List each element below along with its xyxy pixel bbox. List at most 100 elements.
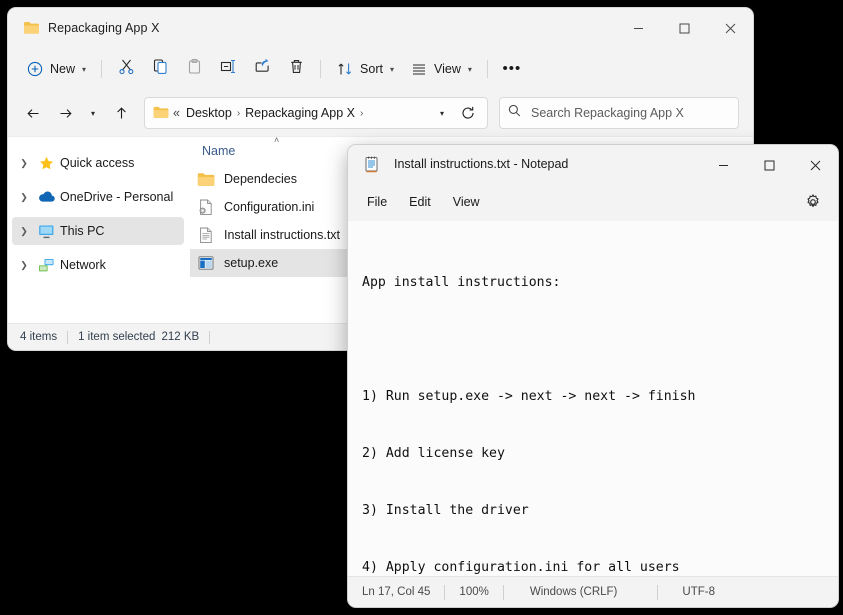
address-bar-actions: ▾ <box>431 98 483 128</box>
notepad-title-bar: Install instructions.txt - Notepad <box>348 145 838 183</box>
sort-arrows-icon <box>336 60 354 78</box>
search-input[interactable] <box>529 105 730 121</box>
new-button[interactable]: New ▾ <box>18 54 94 84</box>
plus-circle-icon <box>26 60 44 78</box>
line-endings[interactable]: Windows (CRLF) <box>504 586 658 598</box>
status-selection: 1 item selected <box>78 331 156 343</box>
copy-button[interactable] <box>143 54 177 84</box>
notepad-icon <box>362 155 380 173</box>
chevron-down-icon: ▾ <box>90 108 95 118</box>
explorer-minimize-button[interactable] <box>615 8 661 48</box>
view-button[interactable]: View ▾ <box>402 54 480 84</box>
notepad-maximize-button[interactable] <box>746 145 792 185</box>
folder-icon <box>153 106 169 120</box>
notepad-window: Install instructions.txt - Notepad File … <box>348 145 838 607</box>
new-button-label: New <box>50 62 76 76</box>
zoom-level[interactable]: 100% <box>445 586 502 598</box>
sidebar-item-this-pc[interactable]: ❯ This PC <box>12 217 184 245</box>
refresh-button[interactable] <box>453 98 483 128</box>
column-header-name[interactable]: Name <box>202 144 235 158</box>
scissors-icon <box>118 58 135 80</box>
monitor-icon <box>36 222 56 240</box>
status-divider <box>67 330 69 344</box>
explorer-window-controls <box>615 8 753 48</box>
sidebar-label: OneDrive - Personal <box>60 190 174 204</box>
explorer-title-bar: Repackaging App X <box>8 8 753 48</box>
forward-button[interactable] <box>50 98 80 128</box>
search-box[interactable] <box>499 97 739 129</box>
share-icon <box>254 58 271 80</box>
chevron-right-icon[interactable]: ❯ <box>16 226 32 237</box>
text-line: 4) Apply configuration.ini for all users <box>362 560 680 575</box>
address-bar[interactable]: « Desktop › Repackaging App X › ▾ <box>144 97 488 129</box>
sort-ascending-icon: ˄ <box>274 135 280 145</box>
explorer-close-button[interactable] <box>707 8 753 48</box>
up-button[interactable] <box>106 98 136 128</box>
text-line: 2) Add license key <box>362 446 505 461</box>
file-name: setup.exe <box>224 256 279 270</box>
share-button[interactable] <box>245 54 279 84</box>
breadcrumb-separator: › <box>236 107 241 119</box>
back-button[interactable] <box>18 98 48 128</box>
file-name: Dependecies <box>224 172 297 186</box>
chevron-right-icon[interactable]: ❯ <box>16 158 32 169</box>
notepad-close-button[interactable] <box>792 145 838 185</box>
cut-button[interactable] <box>109 54 143 84</box>
breadcrumb-item-current[interactable]: Repackaging App X <box>242 104 358 122</box>
text-line <box>362 330 838 349</box>
sort-button[interactable]: Sort ▾ <box>328 54 402 84</box>
menu-view[interactable]: View <box>442 190 491 214</box>
notepad-status-bar: Ln 17, Col 45 100% Windows (CRLF) UTF-8 <box>348 576 838 607</box>
breadcrumb-separator-end: › <box>359 107 364 119</box>
notepad-text-area[interactable]: App install instructions: 1) Run setup.e… <box>348 221 838 576</box>
gear-icon[interactable] <box>800 189 826 215</box>
folder-icon <box>196 170 216 188</box>
toolbar-divider-2 <box>320 60 322 78</box>
sidebar-label: This PC <box>60 224 105 238</box>
chevron-right-icon[interactable]: ❯ <box>16 260 32 271</box>
breadcrumb-overflow[interactable]: « <box>173 106 180 120</box>
paste-button[interactable] <box>177 54 211 84</box>
chevron-down-icon: ▾ <box>389 64 394 74</box>
explorer-navigation-bar: ▾ « Desktop › Repackaging App X › ▾ <box>8 90 753 136</box>
menu-file[interactable]: File <box>356 190 398 214</box>
status-size: 212 KB <box>161 331 200 343</box>
notepad-minimize-button[interactable] <box>700 145 746 185</box>
explorer-sidebar: ❯ Quick access ❯ OneDrive - Personal ❯ T… <box>8 137 190 323</box>
paste-icon <box>186 58 203 80</box>
text-line: 3) Install the driver <box>362 503 529 518</box>
view-button-label: View <box>433 62 461 76</box>
breadcrumb-item-desktop[interactable]: Desktop <box>183 104 235 122</box>
sidebar-item-onedrive[interactable]: ❯ OneDrive - Personal <box>12 183 184 211</box>
chevron-right-icon[interactable]: ❯ <box>16 192 32 203</box>
text-file-icon <box>196 226 216 244</box>
sidebar-item-quick-access[interactable]: ❯ Quick access <box>12 149 184 177</box>
sidebar-label: Quick access <box>60 156 135 170</box>
toolbar-divider <box>101 60 103 78</box>
file-name: Configuration.ini <box>224 200 315 214</box>
chevron-down-icon: ▾ <box>467 64 472 74</box>
menu-edit[interactable]: Edit <box>398 190 442 214</box>
sort-button-label: Sort <box>360 62 383 76</box>
network-icon <box>36 256 56 274</box>
explorer-toolbar: New ▾ Sort ▾ View ▾ ••• <box>8 48 753 90</box>
more-options-button[interactable]: ••• <box>495 54 529 84</box>
toolbar-divider-3 <box>486 60 488 78</box>
sidebar-item-network[interactable]: ❯ Network <box>12 251 184 279</box>
text-line: 1) Run setup.exe -> next -> next -> fini… <box>362 389 696 404</box>
delete-button[interactable] <box>279 54 313 84</box>
notepad-title-text: Install instructions.txt - Notepad <box>394 157 569 171</box>
sidebar-label: Network <box>60 258 106 272</box>
rename-icon <box>220 58 237 80</box>
file-name: Install instructions.txt <box>224 228 341 242</box>
address-dropdown-button[interactable]: ▾ <box>431 98 453 128</box>
explorer-maximize-button[interactable] <box>661 8 707 48</box>
rename-button[interactable] <box>211 54 245 84</box>
recent-locations-button[interactable]: ▾ <box>82 98 104 128</box>
encoding[interactable]: UTF-8 <box>658 586 729 598</box>
copy-icon <box>152 58 169 80</box>
notepad-menu-bar: File Edit View <box>348 183 838 221</box>
chevron-down-icon: ▾ <box>82 64 87 74</box>
list-lines-icon <box>410 60 428 78</box>
ellipsis-icon: ••• <box>502 60 522 77</box>
